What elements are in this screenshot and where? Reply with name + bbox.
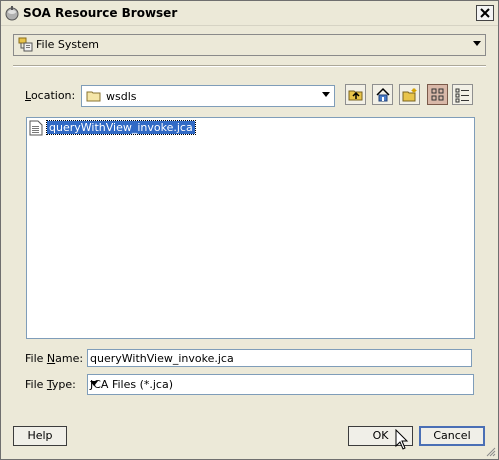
chevron-down-icon: [322, 92, 330, 97]
file-name-text: queryWithView_invoke.jca: [46, 120, 196, 135]
resize-grip-icon[interactable]: [486, 447, 496, 457]
chevron-down-icon: [473, 41, 481, 46]
source-dropdown[interactable]: File System: [13, 34, 486, 56]
file-type-label: File Type:: [25, 378, 76, 391]
cancel-button[interactable]: Cancel: [419, 426, 485, 446]
new-folder-button[interactable]: [399, 84, 420, 105]
list-view-button[interactable]: [427, 84, 448, 105]
file-name-field[interactable]: queryWithView_invoke.jca: [87, 349, 472, 367]
location-value: wsdls: [106, 90, 137, 103]
close-icon: [480, 8, 490, 18]
soa-resource-browser-dialog: SOA Resource Browser File System Locatio…: [0, 0, 499, 460]
file-name-value: queryWithView_invoke.jca: [90, 352, 234, 365]
list-view-icon: [431, 88, 444, 101]
location-label: Location:: [25, 89, 76, 102]
file-type-dropdown[interactable]: JCA Files (*.jca): [87, 374, 474, 395]
file-type-value: JCA Files (*.jca): [90, 378, 174, 391]
folder-icon: [86, 89, 102, 103]
chevron-down-icon: [90, 381, 98, 386]
document-icon: [29, 120, 43, 136]
new-folder-icon: [402, 88, 417, 102]
location-dropdown[interactable]: wsdls: [81, 85, 335, 107]
close-button[interactable]: [476, 5, 494, 21]
details-view-button[interactable]: [452, 84, 473, 105]
mouse-cursor-icon: [395, 429, 409, 450]
up-folder-button[interactable]: [345, 84, 366, 105]
soa-app-icon: [4, 5, 20, 21]
up-folder-icon: [348, 90, 363, 101]
file-system-icon: [18, 37, 34, 53]
file-list[interactable]: queryWithView_invoke.jca: [26, 117, 475, 339]
help-button[interactable]: Help: [13, 426, 67, 446]
source-dropdown-value: File System: [36, 38, 99, 51]
window-title: SOA Resource Browser: [23, 6, 178, 20]
separator: [13, 65, 486, 67]
file-name-label: File Name:: [25, 352, 84, 365]
title-bar: SOA Resource Browser: [1, 1, 498, 26]
home-button[interactable]: [372, 84, 393, 105]
home-icon: [376, 87, 390, 102]
details-view-icon: [455, 88, 469, 103]
